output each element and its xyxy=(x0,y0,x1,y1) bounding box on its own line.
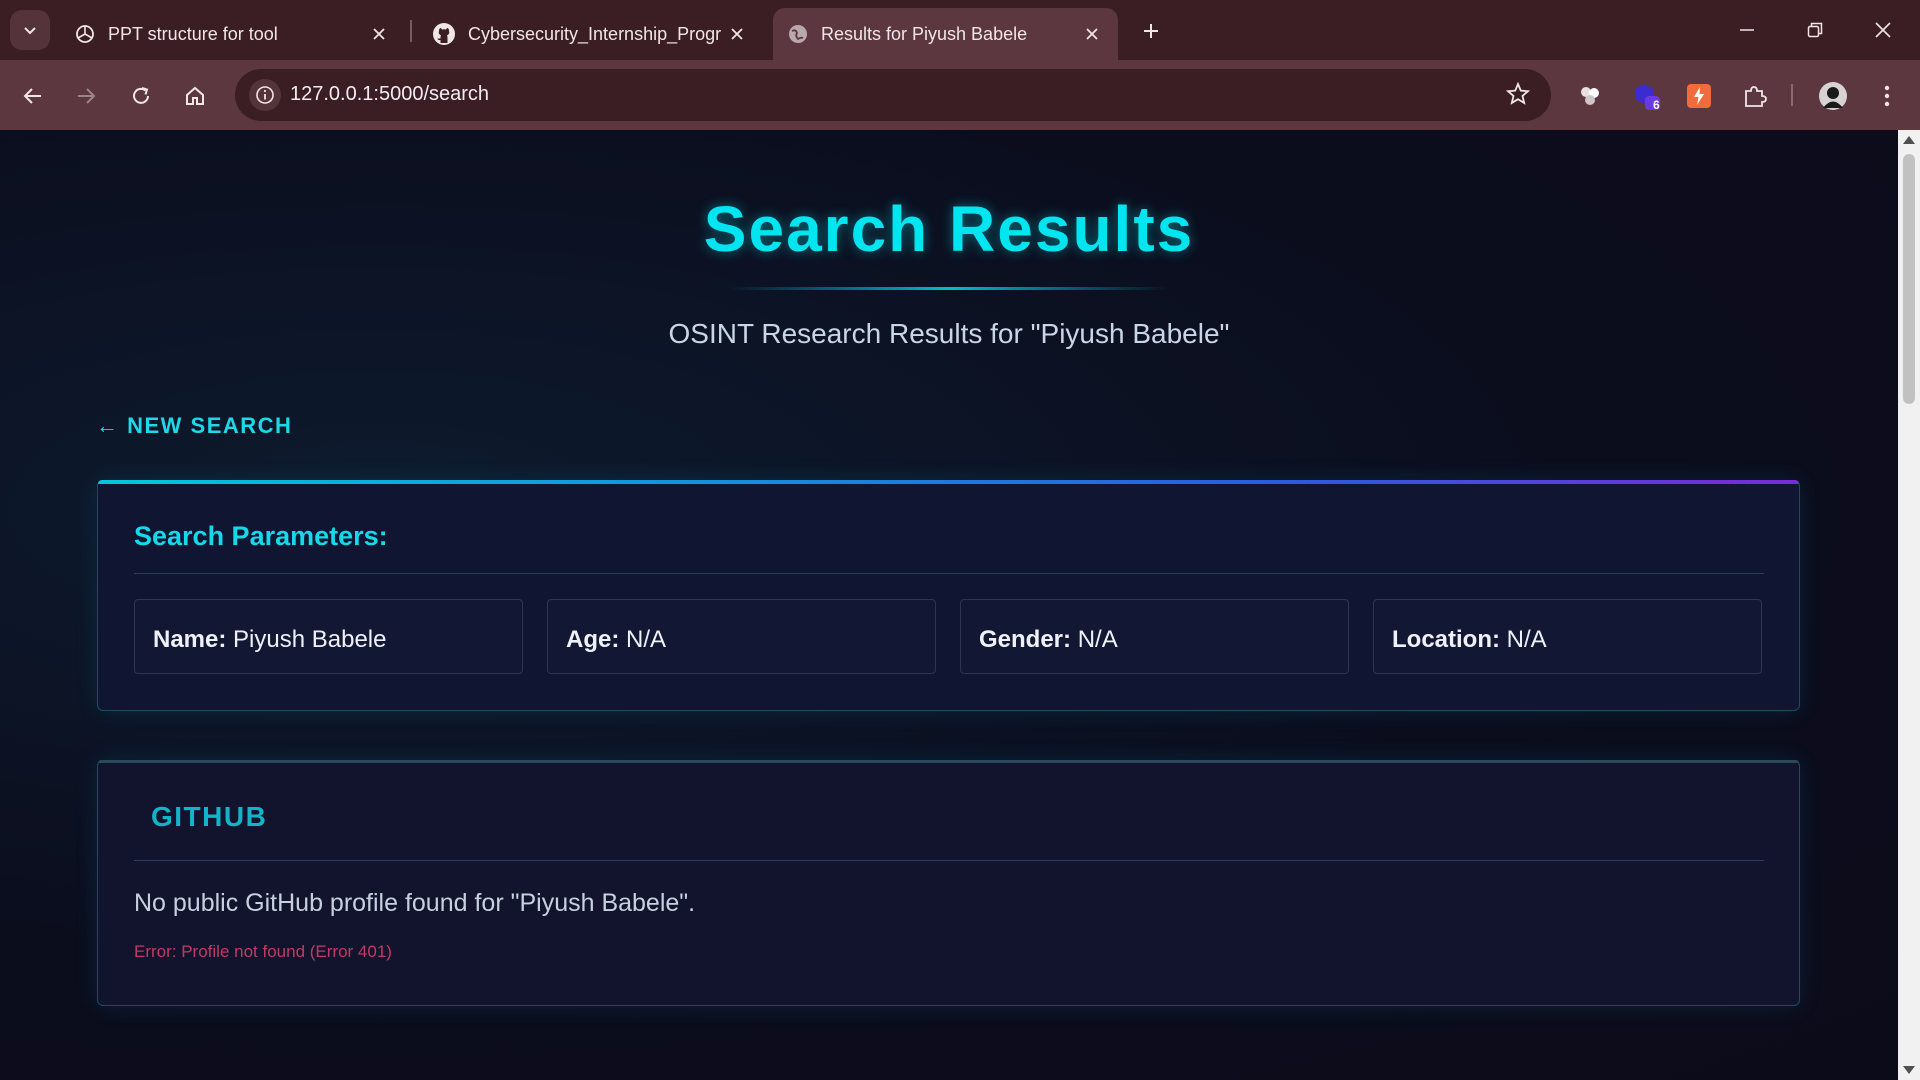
param-value: N/A xyxy=(626,626,667,653)
minimize-button[interactable] xyxy=(1713,0,1781,60)
search-parameters-card: Search Parameters: Name: Piyush Babele A… xyxy=(97,480,1800,711)
globe-icon xyxy=(789,25,807,43)
card-divider xyxy=(134,860,1764,861)
search-parameters-heading: Search Parameters: xyxy=(134,521,388,551)
close-icon[interactable] xyxy=(725,22,749,46)
card-divider xyxy=(134,573,1764,574)
openai-icon xyxy=(76,25,94,43)
browser-toolbar: 127.0.0.1:5000/search 6 xyxy=(0,60,1920,130)
toolbar-divider xyxy=(1791,84,1793,106)
extensions-menu-button[interactable] xyxy=(1734,76,1774,116)
scroll-up-arrow-icon[interactable] xyxy=(1903,136,1915,144)
tab-separator xyxy=(410,20,412,42)
tab-title: Results for Piyush Babele xyxy=(821,23,1028,44)
plus-icon xyxy=(1144,24,1158,38)
close-icon[interactable] xyxy=(367,22,391,46)
close-icon[interactable] xyxy=(1080,22,1104,46)
new-tab-button[interactable] xyxy=(1134,14,1168,48)
address-bar[interactable]: 127.0.0.1:5000/search xyxy=(235,69,1551,121)
scroll-down-arrow-icon[interactable] xyxy=(1903,1066,1915,1074)
param-label: Location: xyxy=(1392,626,1500,653)
reload-icon xyxy=(133,87,149,104)
param-age: Age: N/A xyxy=(547,599,936,674)
page-scrollbar[interactable] xyxy=(1898,130,1920,1080)
param-label: Name: xyxy=(153,626,227,653)
github-error: Error: Profile not found (Error 401) xyxy=(134,942,392,961)
browser-menu-button[interactable] xyxy=(1867,76,1907,116)
extension-button[interactable] xyxy=(1679,76,1719,116)
arrow-right-icon xyxy=(78,88,96,104)
tab-title: Cybersecurity_Internship_Progr xyxy=(468,23,722,44)
info-icon xyxy=(256,86,274,104)
back-button[interactable] xyxy=(13,76,53,116)
site-info-button[interactable] xyxy=(249,79,281,111)
arrow-left-icon xyxy=(23,88,41,104)
extension-button[interactable]: 6 xyxy=(1627,76,1667,116)
url-text[interactable]: 127.0.0.1:5000/search xyxy=(290,83,489,106)
reload-button[interactable] xyxy=(121,76,161,116)
github-icon xyxy=(433,23,455,45)
extension-badge: 6 xyxy=(1653,98,1660,112)
param-label: Gender: xyxy=(979,626,1072,653)
more-vertical-icon xyxy=(1884,85,1890,107)
param-label: Age: xyxy=(566,626,620,653)
avatar-icon xyxy=(1819,82,1847,110)
cluster-extension-icon xyxy=(1581,87,1599,105)
title-underline xyxy=(729,287,1169,290)
profile-avatar[interactable] xyxy=(1813,76,1853,116)
close-icon xyxy=(1875,22,1891,38)
browser-tabstrip: PPT structure for tool Cybersecurity_Int… xyxy=(0,0,1920,60)
scroll-thumb[interactable] xyxy=(1903,154,1915,404)
puzzle-icon xyxy=(1745,86,1767,107)
extension-button[interactable] xyxy=(1570,76,1610,116)
tab-results-active[interactable]: Results for Piyush Babele xyxy=(773,8,1118,60)
home-icon xyxy=(186,86,204,105)
param-gender: Gender: N/A xyxy=(960,599,1349,674)
github-heading: GITHUB xyxy=(151,801,268,832)
tab-ppt-structure[interactable]: PPT structure for tool xyxy=(60,8,405,60)
chevron-down-icon xyxy=(24,27,36,35)
forward-button[interactable] xyxy=(66,76,106,116)
home-button[interactable] xyxy=(175,76,215,116)
param-name: Name: Piyush Babele xyxy=(134,599,523,674)
param-value: N/A xyxy=(1077,626,1118,653)
new-search-link[interactable]: ← NEW SEARCH xyxy=(96,413,292,439)
bookmark-star-icon[interactable] xyxy=(1505,81,1531,112)
page-subtitle: OSINT Research Results for "Piyush Babel… xyxy=(668,318,1230,349)
param-value: N/A xyxy=(1506,626,1547,653)
tab-search-button[interactable] xyxy=(10,10,50,50)
github-result-card: GITHUB No public GitHub profile found fo… xyxy=(97,760,1800,1006)
github-message: No public GitHub profile found for "Piyu… xyxy=(134,889,696,917)
tab-title: PPT structure for tool xyxy=(108,23,278,44)
minimize-icon xyxy=(1740,29,1754,31)
bolt-extension-icon xyxy=(1687,84,1711,108)
restore-button[interactable] xyxy=(1781,0,1849,60)
restore-icon xyxy=(1807,22,1823,38)
tab-github-repo[interactable]: Cybersecurity_Internship_Progr xyxy=(418,8,763,60)
param-value: Piyush Babele xyxy=(233,626,387,653)
page-viewport: Search Results OSINT Research Results fo… xyxy=(0,130,1898,1080)
param-location: Location: N/A xyxy=(1373,599,1762,674)
close-window-button[interactable] xyxy=(1849,0,1917,60)
page-title: Search Results xyxy=(703,193,1195,265)
